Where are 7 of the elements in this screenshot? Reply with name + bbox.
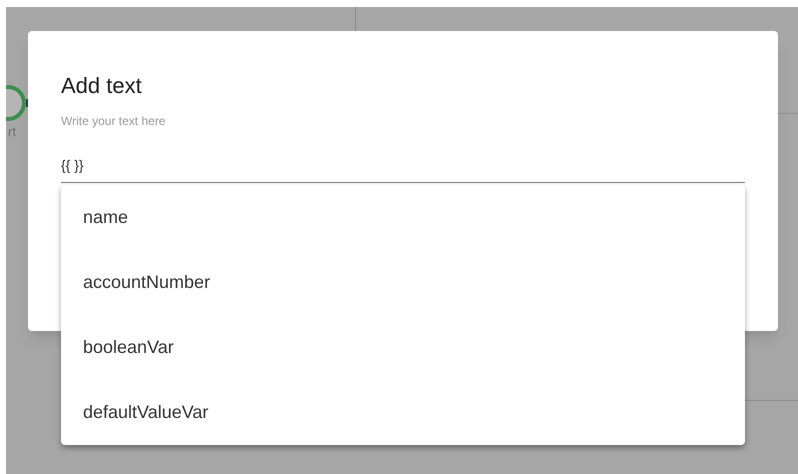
menu-item[interactable]: accountNumber [61,250,745,315]
dialog-title: Add text [61,75,142,97]
helper-text: Write your text here [61,113,166,130]
text-field[interactable]: {{ }} [61,152,745,183]
menu-item[interactable]: booleanVar [61,315,745,380]
menu-item[interactable]: name [61,185,745,250]
menu-item[interactable]: defaultValueVar [61,380,745,445]
